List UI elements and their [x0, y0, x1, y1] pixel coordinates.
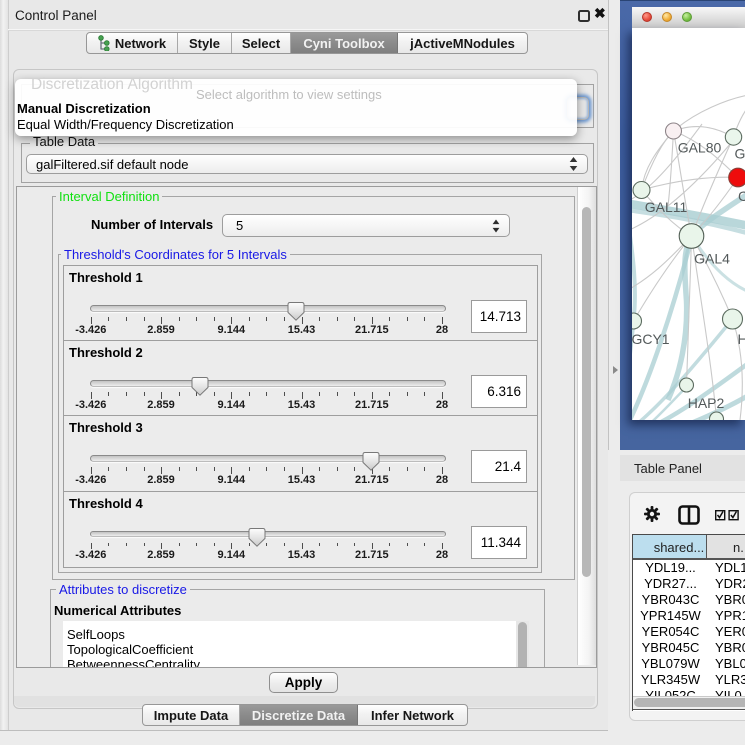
svg-text:GAL11: GAL11	[644, 199, 687, 215]
svg-text:CD: CD	[738, 188, 745, 204]
svg-text:HAP2: HAP2	[687, 395, 724, 411]
svg-text:GCY1: GCY1	[632, 331, 670, 347]
svg-text:GAL...: GAL...	[734, 146, 745, 162]
svg-text:GAL80: GAL80	[677, 140, 721, 156]
svg-text:HIS: HIS	[737, 331, 745, 347]
svg-text:GAL4: GAL4	[694, 251, 730, 267]
